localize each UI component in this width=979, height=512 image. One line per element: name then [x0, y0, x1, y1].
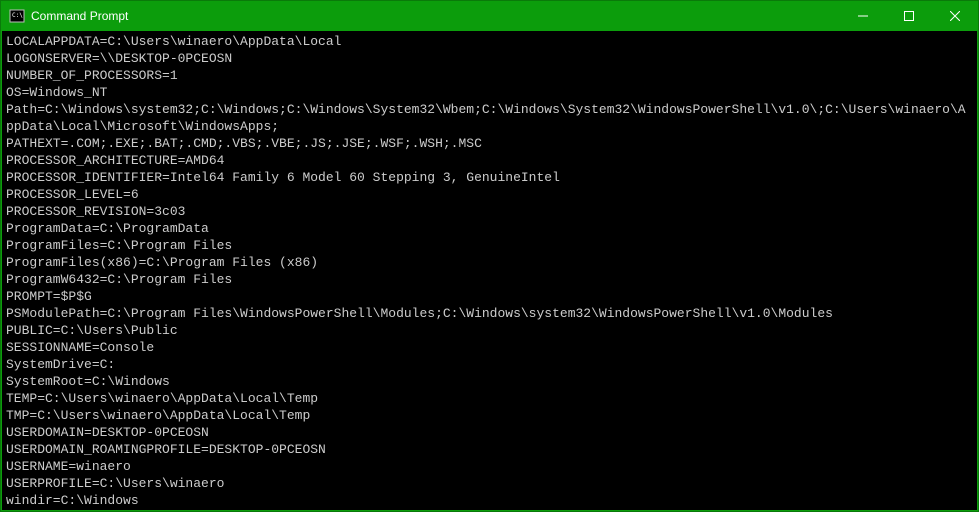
- terminal-line: USERDOMAIN_ROAMINGPROFILE=DESKTOP-0PCEOS…: [6, 441, 973, 458]
- cmd-icon: C:\: [9, 8, 25, 24]
- terminal-line: ProgramFiles=C:\Program Files: [6, 237, 973, 254]
- terminal-line: PROCESSOR_IDENTIFIER=Intel64 Family 6 Mo…: [6, 169, 973, 186]
- close-button[interactable]: [932, 1, 978, 31]
- terminal-line: windir=C:\Windows: [6, 492, 973, 509]
- terminal-output[interactable]: LOCALAPPDATA=C:\Users\winaero\AppData\Lo…: [2, 31, 977, 510]
- svg-text:C:\: C:\: [12, 12, 23, 19]
- maximize-icon: [904, 11, 914, 21]
- terminal-prompt[interactable]: C:\Users\winaero>: [6, 509, 973, 510]
- terminal-line: ProgramFiles(x86)=C:\Program Files (x86): [6, 254, 973, 271]
- window-title: Command Prompt: [31, 9, 128, 23]
- titlebar[interactable]: C:\ Command Prompt: [1, 1, 978, 31]
- window-controls: [840, 1, 978, 31]
- terminal-line: LOGONSERVER=\\DESKTOP-0PCEOSN: [6, 50, 973, 67]
- terminal-line: TMP=C:\Users\winaero\AppData\Local\Temp: [6, 407, 973, 424]
- terminal-line: USERPROFILE=C:\Users\winaero: [6, 475, 973, 492]
- terminal-line: Path=C:\Windows\system32;C:\Windows;C:\W…: [6, 101, 973, 135]
- terminal-line: PROCESSOR_LEVEL=6: [6, 186, 973, 203]
- terminal-line: SystemRoot=C:\Windows: [6, 373, 973, 390]
- terminal-line: ProgramW6432=C:\Program Files: [6, 271, 973, 288]
- terminal-line: SESSIONNAME=Console: [6, 339, 973, 356]
- terminal-line: SystemDrive=C:: [6, 356, 973, 373]
- terminal-line: ProgramData=C:\ProgramData: [6, 220, 973, 237]
- terminal-line: PUBLIC=C:\Users\Public: [6, 322, 973, 339]
- terminal-line: PROMPT=$P$G: [6, 288, 973, 305]
- terminal-line: PATHEXT=.COM;.EXE;.BAT;.CMD;.VBS;.VBE;.J…: [6, 135, 973, 152]
- terminal-line: PSModulePath=C:\Program Files\WindowsPow…: [6, 305, 973, 322]
- close-icon: [950, 11, 960, 21]
- terminal-line: NUMBER_OF_PROCESSORS=1: [6, 67, 973, 84]
- terminal-line: LOCALAPPDATA=C:\Users\winaero\AppData\Lo…: [6, 33, 973, 50]
- minimize-icon: [858, 11, 868, 21]
- minimize-button[interactable]: [840, 1, 886, 31]
- terminal-line: USERNAME=winaero: [6, 458, 973, 475]
- terminal-line: PROCESSOR_REVISION=3c03: [6, 203, 973, 220]
- terminal-line: OS=Windows_NT: [6, 84, 973, 101]
- terminal-line: PROCESSOR_ARCHITECTURE=AMD64: [6, 152, 973, 169]
- terminal-line: USERDOMAIN=DESKTOP-0PCEOSN: [6, 424, 973, 441]
- maximize-button[interactable]: [886, 1, 932, 31]
- terminal-line: TEMP=C:\Users\winaero\AppData\Local\Temp: [6, 390, 973, 407]
